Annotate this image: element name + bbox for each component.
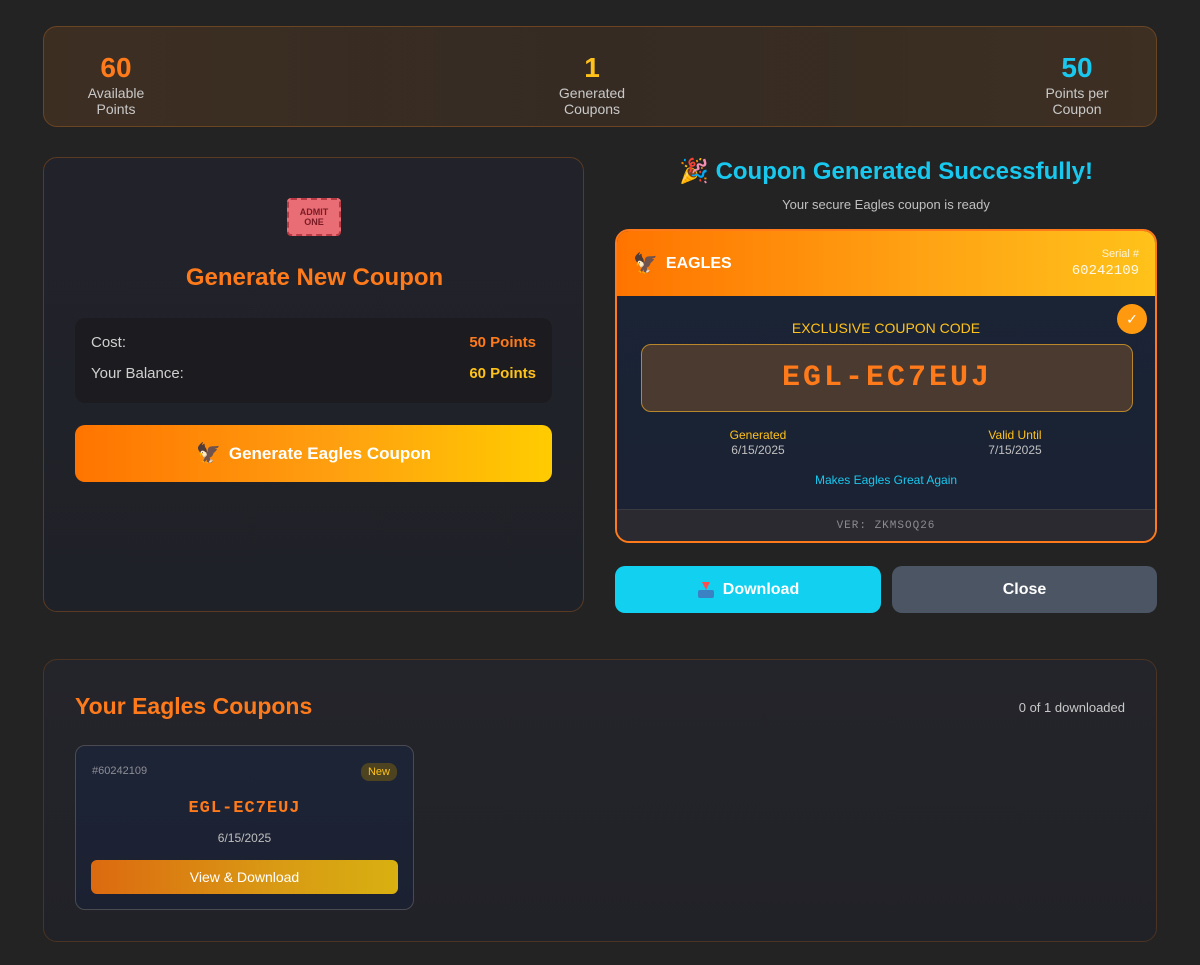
download-icon [697, 581, 715, 598]
coupons-list-title: Your Eagles Coupons [75, 693, 313, 719]
card-serial: #60242109 [92, 765, 148, 777]
stat-generated-coupons: 1 Generated Coupons [530, 52, 654, 118]
cost-row: Cost: 50 Points [91, 334, 536, 354]
coupon-list-item: #60242109 New EGL-EC7EUJ 6/15/2025 View … [75, 745, 414, 910]
generate-button-label: Generate Eagles Coupon [228, 443, 432, 463]
valid-until-info: Valid Until 7/15/2025 [977, 428, 1053, 457]
cost-value: 50 Points [469, 334, 536, 351]
valid-until-label: Valid Until [988, 428, 1042, 442]
new-badge: New [360, 763, 397, 781]
success-title-text: Coupon Generated Successfully! [715, 158, 1093, 185]
success-subtitle: Your secure Eagles coupon is ready [782, 197, 990, 212]
available-points-label: Available Points [87, 85, 145, 117]
coupon-header: 🦅 EAGLES Serial # 60242109 [617, 231, 1155, 296]
coupon-card: 🦅 EAGLES Serial # 60242109 ✓ EXCLUSIVE C… [615, 229, 1157, 543]
close-button[interactable]: Close [892, 566, 1157, 613]
valid-until-date: 7/15/2025 [988, 443, 1042, 457]
cost-label: Cost: [91, 334, 127, 351]
download-count: 0 of 1 downloaded [1018, 700, 1125, 715]
generated-info: Generated 6/15/2025 [723, 428, 793, 457]
stat-points-per-coupon: 50 Points per Coupon [1020, 52, 1134, 118]
coupon-version: VER: ZKMSOQ26 [617, 509, 1155, 541]
generate-title: Generate New Coupon [185, 264, 444, 291]
eagle-icon: 🦅 [633, 253, 658, 275]
download-button[interactable]: Download [615, 566, 881, 613]
ticket-icon: ADMIT ONE [287, 198, 341, 236]
points-per-coupon-label: Points per Coupon [1045, 85, 1109, 117]
party-popper-icon: 🎉 [679, 158, 709, 185]
generated-coupons-label: Generated Coupons [558, 85, 626, 117]
download-label: Download [722, 580, 800, 598]
success-title: 🎉 Coupon Generated Successfully! [615, 157, 1157, 186]
card-coupon-code: EGL-EC7EUJ [188, 799, 301, 818]
cost-summary: Cost: 50 Points Your Balance: 60 Points [75, 318, 552, 403]
view-download-button[interactable]: View & Download [91, 860, 398, 894]
eagle-icon: 🦅 [195, 443, 221, 465]
card-date: 6/15/2025 [217, 831, 272, 845]
serial-number: 60242109 [1071, 263, 1139, 279]
generated-date: 6/15/2025 [731, 443, 785, 457]
generate-coupon-panel: ADMIT ONE Generate New Coupon Cost: 50 P… [43, 157, 584, 612]
available-points-value: 60 [100, 52, 132, 83]
brand-name: EAGLES [665, 254, 732, 272]
exclusive-code-label: EXCLUSIVE COUPON CODE [791, 320, 981, 336]
coupon-tagline: Makes Eagles Great Again [814, 473, 958, 487]
generated-label: Generated [729, 428, 787, 442]
generated-coupons-value: 1 [584, 52, 600, 83]
generate-coupon-button[interactable]: 🦅 Generate Eagles Coupon [75, 425, 552, 482]
coupons-list-panel: Your Eagles Coupons 0 of 1 downloaded #6… [43, 659, 1157, 942]
stats-bar: 60 Available Points 1 Generated Coupons … [43, 26, 1157, 127]
serial-label: Serial # [1101, 248, 1139, 260]
coupon-brand: 🦅 EAGLES [633, 251, 732, 276]
balance-value: 60 Points [469, 365, 536, 382]
points-per-coupon-value: 50 [1061, 52, 1093, 83]
stat-available-points: 60 Available Points [67, 52, 165, 118]
coupon-code: EGL-EC7EUJ [641, 344, 1133, 412]
balance-row: Your Balance: 60 Points [91, 365, 536, 385]
balance-label: Your Balance: [91, 365, 184, 382]
